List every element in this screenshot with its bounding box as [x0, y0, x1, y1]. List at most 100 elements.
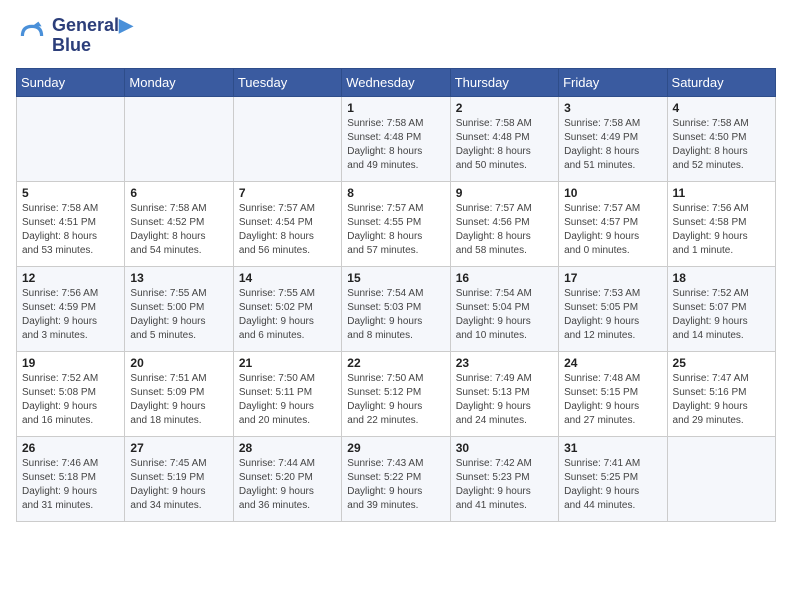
day-number: 14	[239, 271, 336, 285]
day-number: 8	[347, 186, 444, 200]
day-cell: 9 Sunrise: 7:57 AM Sunset: 4:56 PM Daylig…	[450, 181, 558, 266]
calendar-table: SundayMondayTuesdayWednesdayThursdayFrid…	[16, 68, 776, 522]
day-cell: 26 Sunrise: 7:46 AM Sunset: 5:18 PM Dayli…	[17, 436, 125, 521]
day-number: 13	[130, 271, 227, 285]
day-info: Sunrise: 7:57 AM Sunset: 4:55 PM Dayligh…	[347, 202, 444, 258]
week-row-4: 19Sunrise: 7:52 AM Sunset: 5:08 PM Dayli…	[17, 351, 776, 436]
column-header-sunday: Sunday	[17, 68, 125, 96]
day-number: 26	[22, 441, 119, 455]
day-number: 10	[564, 186, 661, 200]
day-cell: 29 Sunrise: 7:43 AM Sunset: 5:22 PM Dayli…	[342, 436, 450, 521]
day-info: Sunrise: 7:58 AM Sunset: 4:51 PM Dayligh…	[22, 202, 119, 258]
column-header-monday: Monday	[125, 68, 233, 96]
day-info: Sunrise: 7:45 AM Sunset: 5:19 PM Dayligh…	[130, 457, 227, 513]
day-number: 21	[239, 356, 336, 370]
day-cell: 20Sunrise: 7:51 AM Sunset: 5:09 PM Dayli…	[125, 351, 233, 436]
day-number: 15	[347, 271, 444, 285]
day-info: Sunrise: 7:52 AM Sunset: 5:08 PM Dayligh…	[22, 372, 119, 428]
day-number: 22	[347, 356, 444, 370]
day-cell: 2 Sunrise: 7:58 AM Sunset: 4:48 PM Daylig…	[450, 96, 558, 181]
day-cell	[17, 96, 125, 181]
day-info: Sunrise: 7:43 AM Sunset: 5:22 PM Dayligh…	[347, 457, 444, 513]
column-header-tuesday: Tuesday	[233, 68, 341, 96]
day-info: Sunrise: 7:41 AM Sunset: 5:25 PM Dayligh…	[564, 457, 661, 513]
day-number: 3	[564, 101, 661, 115]
day-info: Sunrise: 7:55 AM Sunset: 5:02 PM Dayligh…	[239, 287, 336, 343]
day-cell: 30 Sunrise: 7:42 AM Sunset: 5:23 PM Dayli…	[450, 436, 558, 521]
day-number: 25	[673, 356, 770, 370]
day-cell: 13 Sunrise: 7:55 AM Sunset: 5:00 PM Dayli…	[125, 266, 233, 351]
day-info: Sunrise: 7:54 AM Sunset: 5:03 PM Dayligh…	[347, 287, 444, 343]
day-number: 29	[347, 441, 444, 455]
day-number: 18	[673, 271, 770, 285]
day-number: 1	[347, 101, 444, 115]
day-number: 28	[239, 441, 336, 455]
day-info: Sunrise: 7:56 AM Sunset: 4:59 PM Dayligh…	[22, 287, 119, 343]
day-cell: 5Sunrise: 7:58 AM Sunset: 4:51 PM Daylig…	[17, 181, 125, 266]
day-cell	[667, 436, 775, 521]
day-info: Sunrise: 7:58 AM Sunset: 4:48 PM Dayligh…	[347, 117, 444, 173]
day-cell	[233, 96, 341, 181]
day-info: Sunrise: 7:46 AM Sunset: 5:18 PM Dayligh…	[22, 457, 119, 513]
day-cell: 31 Sunrise: 7:41 AM Sunset: 5:25 PM Dayli…	[559, 436, 667, 521]
day-cell: 28 Sunrise: 7:44 AM Sunset: 5:20 PM Dayli…	[233, 436, 341, 521]
day-info: Sunrise: 7:57 AM Sunset: 4:56 PM Dayligh…	[456, 202, 553, 258]
day-info: Sunrise: 7:48 AM Sunset: 5:15 PM Dayligh…	[564, 372, 661, 428]
column-header-friday: Friday	[559, 68, 667, 96]
day-number: 16	[456, 271, 553, 285]
day-cell: 19Sunrise: 7:52 AM Sunset: 5:08 PM Dayli…	[17, 351, 125, 436]
column-header-wednesday: Wednesday	[342, 68, 450, 96]
day-info: Sunrise: 7:47 AM Sunset: 5:16 PM Dayligh…	[673, 372, 770, 428]
day-cell: 10 Sunrise: 7:57 AM Sunset: 4:57 PM Dayli…	[559, 181, 667, 266]
logo: General▶ Blue	[16, 16, 133, 56]
day-cell: 14 Sunrise: 7:55 AM Sunset: 5:02 PM Dayli…	[233, 266, 341, 351]
day-info: Sunrise: 7:54 AM Sunset: 5:04 PM Dayligh…	[456, 287, 553, 343]
day-cell: 8 Sunrise: 7:57 AM Sunset: 4:55 PM Daylig…	[342, 181, 450, 266]
day-cell: 22 Sunrise: 7:50 AM Sunset: 5:12 PM Dayli…	[342, 351, 450, 436]
day-cell: 24 Sunrise: 7:48 AM Sunset: 5:15 PM Dayli…	[559, 351, 667, 436]
day-info: Sunrise: 7:49 AM Sunset: 5:13 PM Dayligh…	[456, 372, 553, 428]
day-cell: 3 Sunrise: 7:58 AM Sunset: 4:49 PM Daylig…	[559, 96, 667, 181]
day-cell: 6 Sunrise: 7:58 AM Sunset: 4:52 PM Daylig…	[125, 181, 233, 266]
day-info: Sunrise: 7:57 AM Sunset: 4:54 PM Dayligh…	[239, 202, 336, 258]
day-info: Sunrise: 7:58 AM Sunset: 4:48 PM Dayligh…	[456, 117, 553, 173]
day-info: Sunrise: 7:58 AM Sunset: 4:50 PM Dayligh…	[673, 117, 770, 173]
week-row-2: 5Sunrise: 7:58 AM Sunset: 4:51 PM Daylig…	[17, 181, 776, 266]
day-number: 6	[130, 186, 227, 200]
page-header: General▶ Blue	[16, 16, 776, 56]
day-info: Sunrise: 7:50 AM Sunset: 5:12 PM Dayligh…	[347, 372, 444, 428]
day-number: 23	[456, 356, 553, 370]
day-info: Sunrise: 7:50 AM Sunset: 5:11 PM Dayligh…	[239, 372, 336, 428]
day-info: Sunrise: 7:57 AM Sunset: 4:57 PM Dayligh…	[564, 202, 661, 258]
day-info: Sunrise: 7:56 AM Sunset: 4:58 PM Dayligh…	[673, 202, 770, 258]
day-info: Sunrise: 7:55 AM Sunset: 5:00 PM Dayligh…	[130, 287, 227, 343]
day-number: 17	[564, 271, 661, 285]
day-info: Sunrise: 7:58 AM Sunset: 4:52 PM Dayligh…	[130, 202, 227, 258]
day-number: 9	[456, 186, 553, 200]
day-cell: 4Sunrise: 7:58 AM Sunset: 4:50 PM Daylig…	[667, 96, 775, 181]
week-row-5: 26 Sunrise: 7:46 AM Sunset: 5:18 PM Dayli…	[17, 436, 776, 521]
day-number: 31	[564, 441, 661, 455]
day-cell: 1 Sunrise: 7:58 AM Sunset: 4:48 PM Daylig…	[342, 96, 450, 181]
day-cell: 23 Sunrise: 7:49 AM Sunset: 5:13 PM Dayli…	[450, 351, 558, 436]
week-row-1: 1 Sunrise: 7:58 AM Sunset: 4:48 PM Daylig…	[17, 96, 776, 181]
day-info: Sunrise: 7:42 AM Sunset: 5:23 PM Dayligh…	[456, 457, 553, 513]
day-info: Sunrise: 7:53 AM Sunset: 5:05 PM Dayligh…	[564, 287, 661, 343]
day-info: Sunrise: 7:58 AM Sunset: 4:49 PM Dayligh…	[564, 117, 661, 173]
day-number: 2	[456, 101, 553, 115]
day-number: 11	[673, 186, 770, 200]
day-cell: 12Sunrise: 7:56 AM Sunset: 4:59 PM Dayli…	[17, 266, 125, 351]
day-number: 7	[239, 186, 336, 200]
day-info: Sunrise: 7:44 AM Sunset: 5:20 PM Dayligh…	[239, 457, 336, 513]
day-cell: 25 Sunrise: 7:47 AM Sunset: 5:16 PM Dayli…	[667, 351, 775, 436]
day-cell: 7 Sunrise: 7:57 AM Sunset: 4:54 PM Daylig…	[233, 181, 341, 266]
day-info: Sunrise: 7:51 AM Sunset: 5:09 PM Dayligh…	[130, 372, 227, 428]
calendar-header-row: SundayMondayTuesdayWednesdayThursdayFrid…	[17, 68, 776, 96]
logo-icon	[16, 20, 48, 52]
day-number: 24	[564, 356, 661, 370]
day-number: 30	[456, 441, 553, 455]
day-cell: 18 Sunrise: 7:52 AM Sunset: 5:07 PM Dayli…	[667, 266, 775, 351]
day-cell: 27Sunrise: 7:45 AM Sunset: 5:19 PM Dayli…	[125, 436, 233, 521]
day-info: Sunrise: 7:52 AM Sunset: 5:07 PM Dayligh…	[673, 287, 770, 343]
day-cell: 21 Sunrise: 7:50 AM Sunset: 5:11 PM Dayli…	[233, 351, 341, 436]
